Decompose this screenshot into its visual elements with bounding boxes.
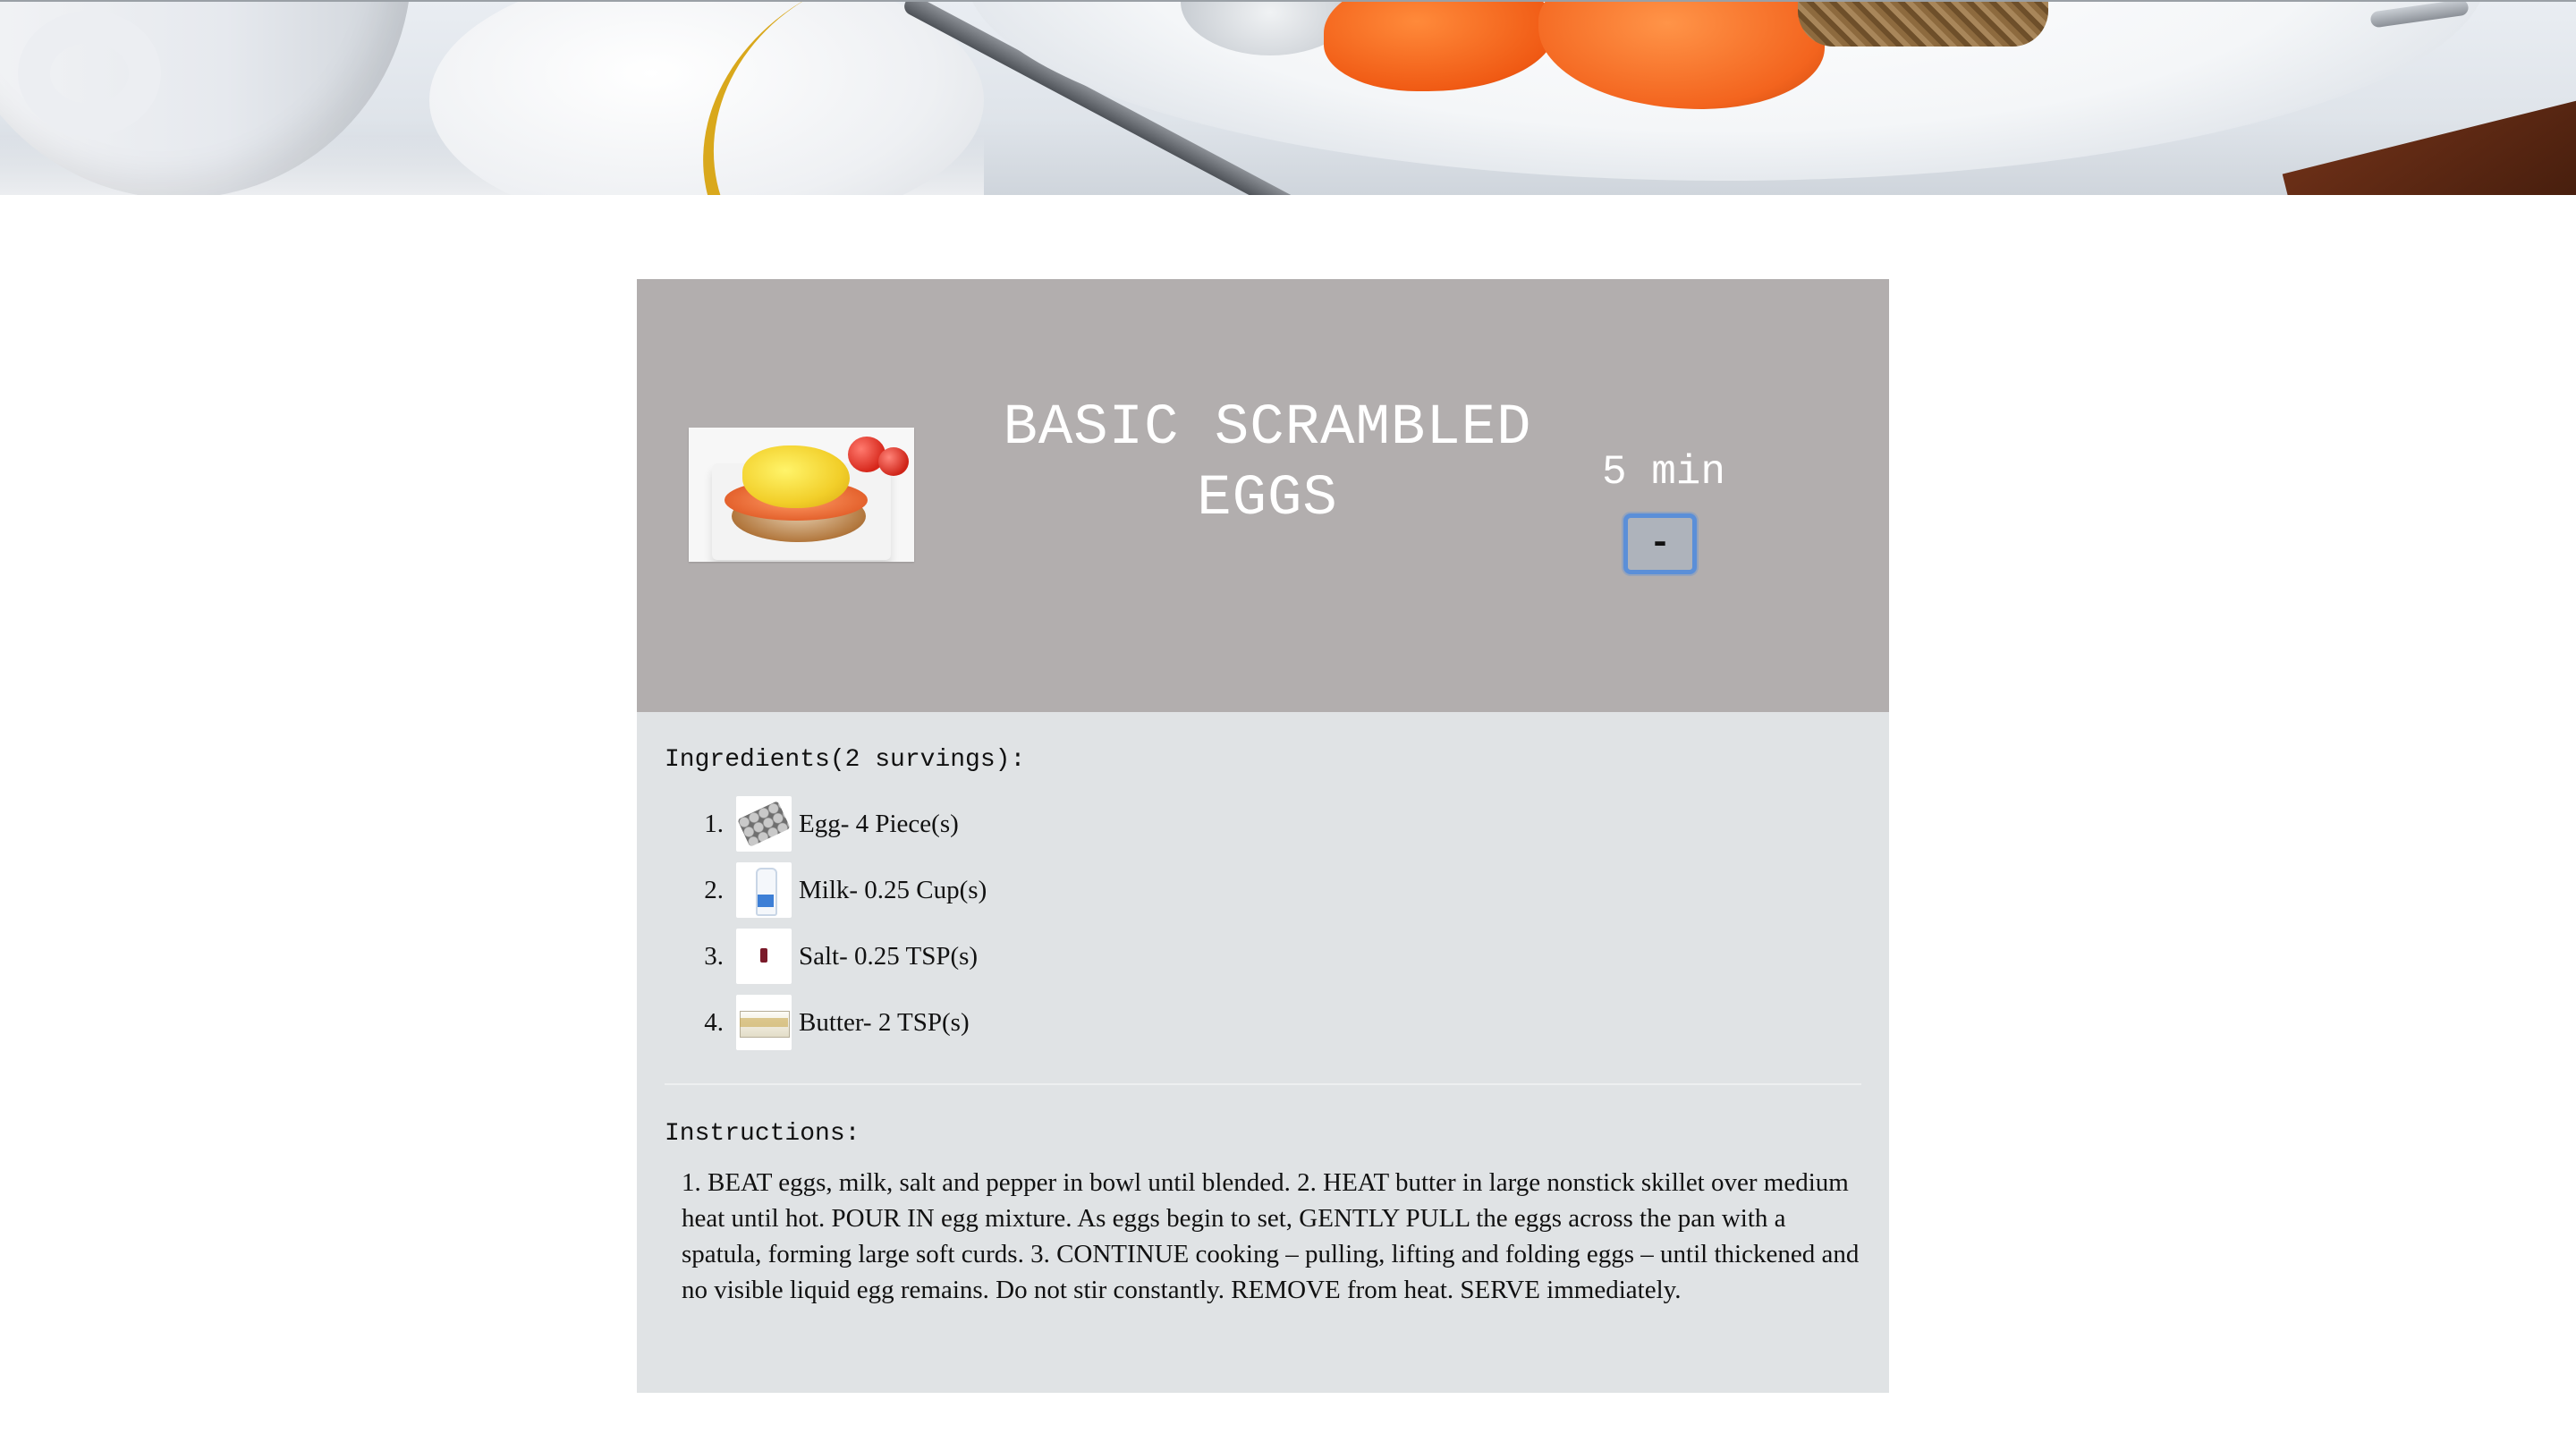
egg-carton-icon (736, 796, 792, 852)
ingredient-text: Milk- 0.25 Cup(s) (799, 875, 987, 904)
ingredient-item: 2. Milk- 0.25 Cup(s) (665, 857, 1827, 923)
ingredient-text: Egg- 4 Piece(s) (799, 809, 959, 838)
recipe-thumbnail (689, 428, 914, 562)
milk-bottle-icon (736, 862, 792, 918)
recipe-card: BASIC SCRAMBLED EGGS 5 min - Ingredients… (637, 279, 1889, 1393)
instructions-heading: Instructions: (665, 1120, 860, 1148)
ingredients-heading: Ingredients(2 survings): (665, 746, 1026, 774)
recipe-title: BASIC SCRAMBLED EGGS (1003, 396, 1532, 531)
butter-icon (736, 995, 792, 1050)
ingredient-item: 3. Salt- 0.25 TSP(s) (665, 923, 1827, 989)
collapse-button[interactable]: - (1623, 513, 1697, 574)
ingredient-text: Butter- 2 TSP(s) (799, 1007, 970, 1037)
ingredient-number: 4. (704, 1007, 724, 1037)
cook-time: 5 min (1601, 449, 1726, 496)
hero-banner-image (0, 0, 2576, 195)
ingredients-list: 1. Egg- 4 Piece(s) 2. Milk- 0.25 Cup(s) … (665, 791, 1827, 1056)
ingredient-number: 3. (704, 941, 724, 971)
salt-icon (736, 929, 792, 984)
recipe-header: BASIC SCRAMBLED EGGS 5 min - (637, 279, 1889, 712)
ingredient-number: 1. (704, 809, 724, 838)
ingredient-text: Salt- 0.25 TSP(s) (799, 941, 979, 971)
ingredient-number: 2. (704, 875, 724, 904)
section-divider (665, 1083, 1861, 1085)
ingredient-item: 4. Butter- 2 TSP(s) (665, 989, 1827, 1056)
ingredient-item: 1. Egg- 4 Piece(s) (665, 791, 1827, 857)
instructions-text: 1. BEAT eggs, milk, salt and pepper in b… (682, 1168, 1860, 1304)
